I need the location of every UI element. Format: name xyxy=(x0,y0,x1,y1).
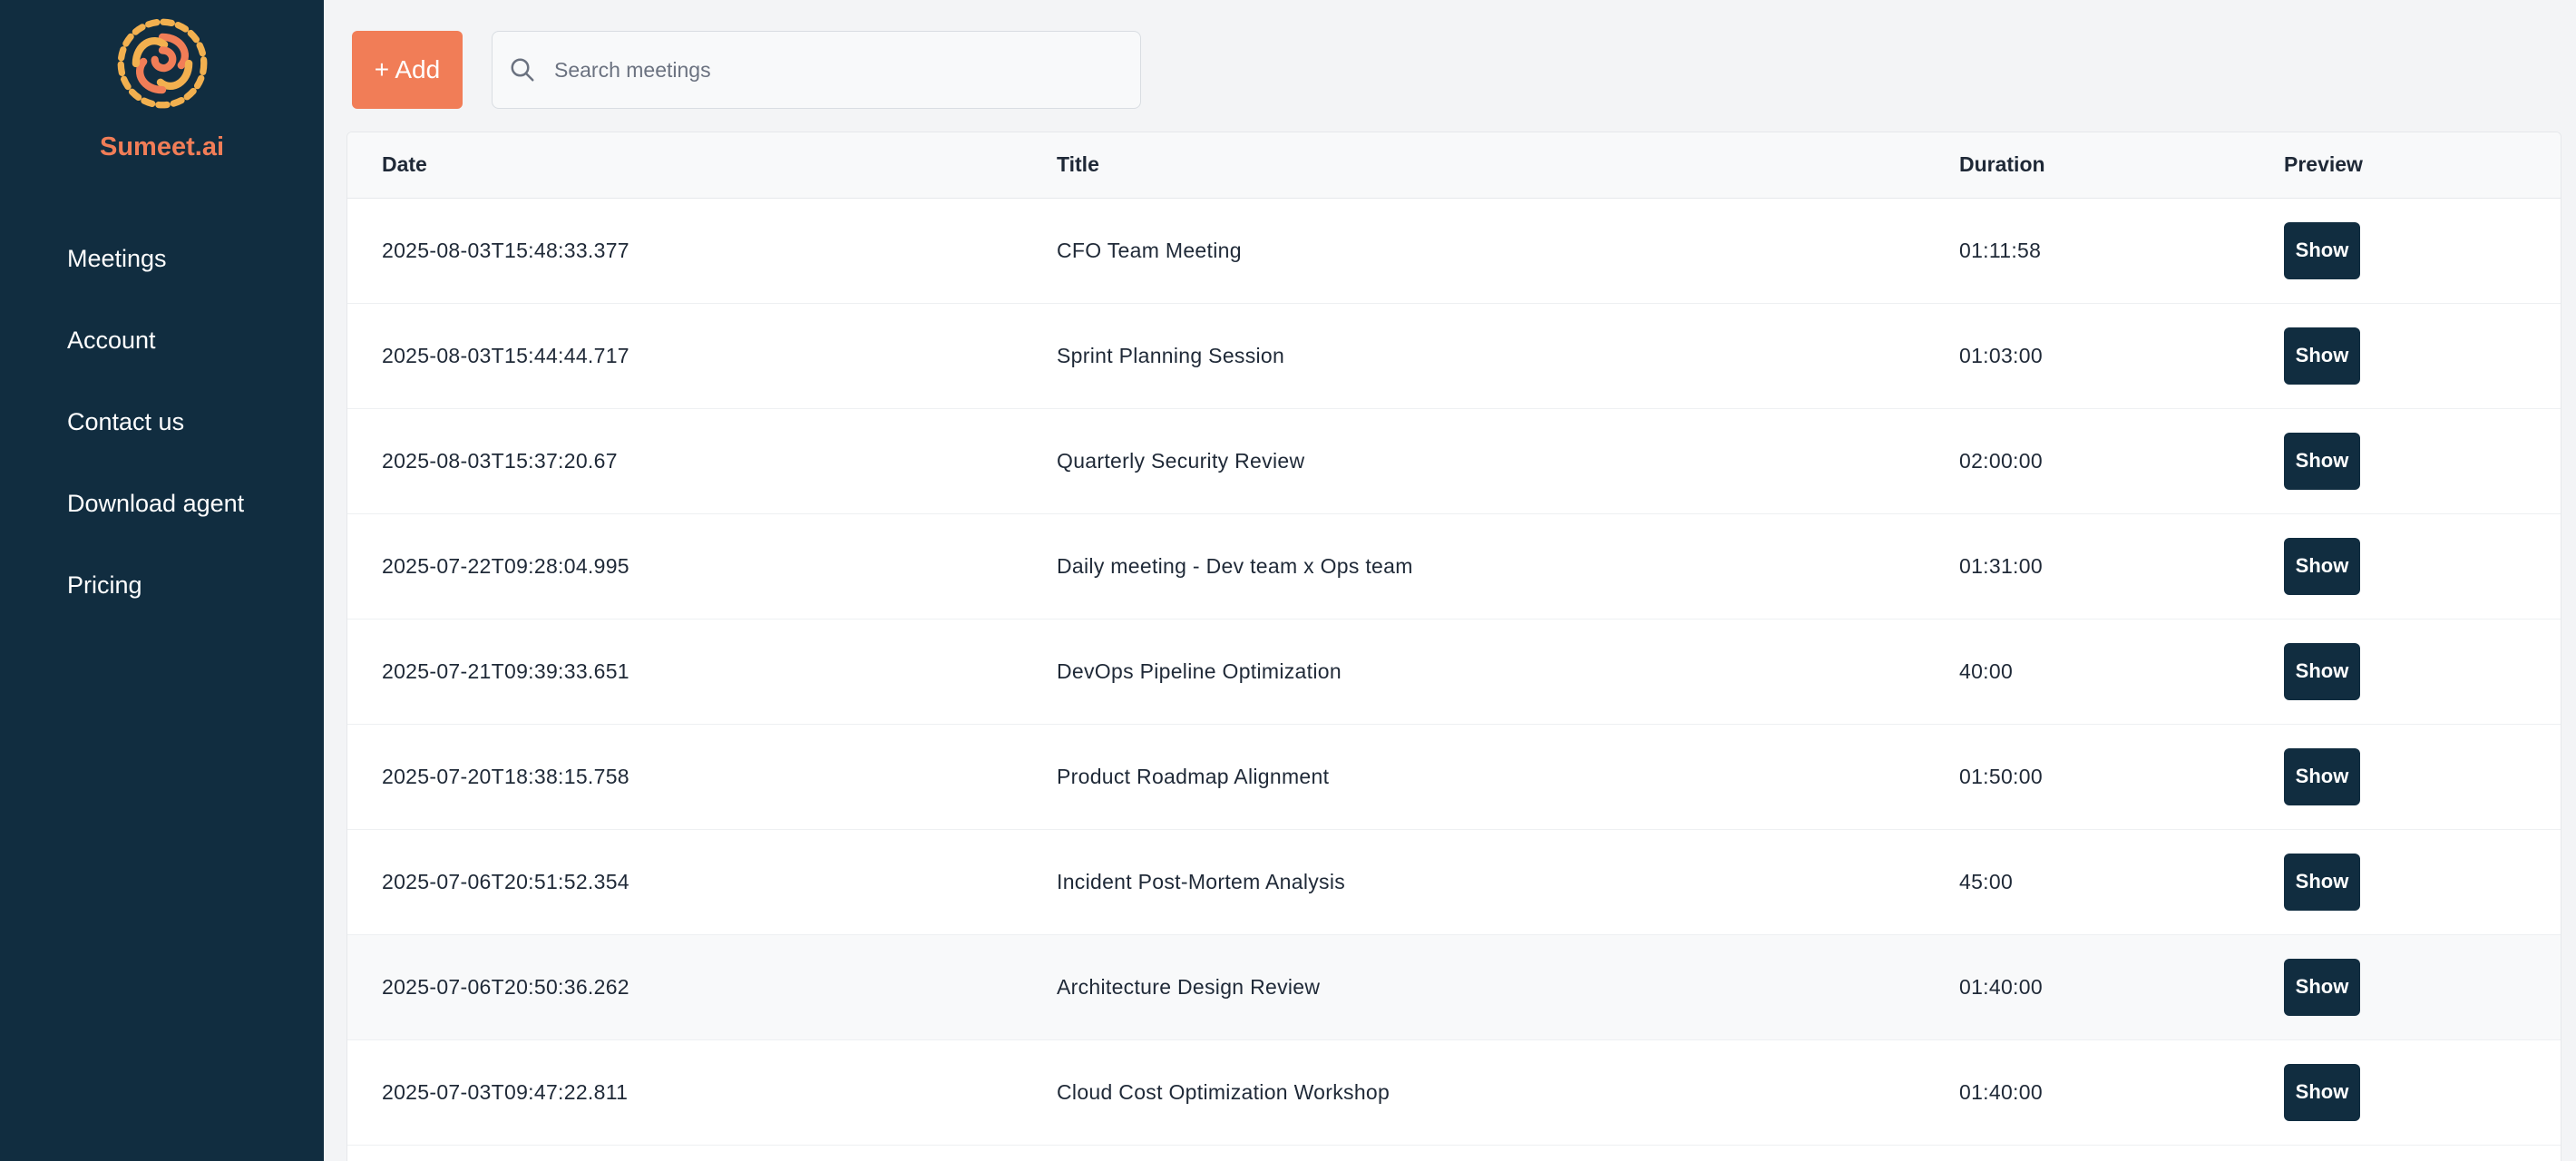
cell-date: 2025-07-06T20:50:36.262 xyxy=(382,974,629,999)
show-preview-button[interactable]: Show xyxy=(2284,327,2360,385)
cell-preview: Show xyxy=(2284,619,2561,724)
cell-title: CFO Team Meeting xyxy=(1057,238,1242,262)
show-preview-button[interactable]: Show xyxy=(2284,432,2360,490)
table-row[interactable]: 2025-08-03T15:37:20.67 Quarterly Security… xyxy=(347,408,2561,513)
cell-duration: 45:00 xyxy=(1959,869,2014,893)
table-header-row: Date Title Duration Preview xyxy=(347,132,2561,199)
show-preview-button[interactable]: Show xyxy=(2284,537,2360,595)
cell-title: DevOps Pipeline Optimization xyxy=(1057,659,1342,683)
sidebar: Sumeet.ai Meetings Account Contact us Do… xyxy=(0,0,324,1161)
cell-title: Quarterly Security Review xyxy=(1057,448,1305,473)
cell-title: Sprint Planning Session xyxy=(1057,343,1285,367)
show-preview-button[interactable]: Show xyxy=(2284,1063,2360,1121)
cell-title: Architecture Design Review xyxy=(1057,974,1321,999)
cell-preview: Show xyxy=(2284,408,2561,513)
table-row[interactable]: 2025-08-03T15:48:33.377 CFO Team Meeting 0… xyxy=(347,198,2561,303)
table-row[interactable]: 2025-07-06T20:50:36.262 Architecture Desi… xyxy=(347,934,2561,1039)
cell-title: Cloud Cost Optimization Workshop xyxy=(1057,1079,1390,1104)
cell-date: 2025-07-20T18:38:15.758 xyxy=(382,764,629,788)
show-preview-button[interactable]: Show xyxy=(2284,747,2360,805)
cell-duration: 40:00 xyxy=(1959,659,2014,683)
meetings-table: Date Title Duration Preview 2025-08-03T1… xyxy=(346,132,2561,1161)
cell-duration: 01:40:00 xyxy=(1959,1079,2043,1104)
brand-logo[interactable]: Sumeet.ai xyxy=(0,16,324,162)
table-row[interactable]: 2025-08-03T15:44:44.717 Sprint Planning S… xyxy=(347,303,2561,408)
cell-preview: Show xyxy=(2284,303,2561,408)
cell-date: 2025-07-03T09:47:22.811 xyxy=(382,1079,629,1104)
cell-date: 2025-07-21T09:39:33.651 xyxy=(382,659,629,683)
cell-duration: 01:40:00 xyxy=(1959,974,2043,999)
table-body: 2025-08-03T15:48:33.377 CFO Team Meeting 0… xyxy=(347,198,2561,1145)
show-preview-button[interactable]: Show xyxy=(2284,958,2360,1016)
brand-name: Sumeet.ai xyxy=(100,132,224,161)
search-input[interactable] xyxy=(552,56,1140,83)
cell-title: Daily meeting - Dev team x Ops team xyxy=(1057,553,1413,578)
cell-title: Incident Post-Mortem Analysis xyxy=(1057,869,1346,893)
search-icon xyxy=(511,58,534,82)
sidebar-item-account[interactable]: Account xyxy=(67,319,244,401)
cell-duration: 01:03:00 xyxy=(1959,343,2043,367)
show-preview-button[interactable]: Show xyxy=(2284,221,2360,279)
table-row[interactable]: 2025-07-06T20:51:52.354 Incident Post-Mor… xyxy=(347,829,2561,934)
cell-duration: 01:11:58 xyxy=(1959,238,2042,262)
cell-date: 2025-08-03T15:48:33.377 xyxy=(382,238,629,262)
table-row[interactable]: 2025-07-03T09:47:22.811 Cloud Cost Optimi… xyxy=(347,1039,2561,1145)
cell-date: 2025-07-06T20:51:52.354 xyxy=(382,869,629,893)
show-preview-button[interactable]: Show xyxy=(2284,642,2360,700)
cell-preview: Show xyxy=(2284,724,2561,829)
header-preview: Preview xyxy=(2284,132,2561,199)
header-date[interactable]: Date xyxy=(347,132,1057,199)
search-box[interactable] xyxy=(492,31,1141,109)
cell-preview: Show xyxy=(2284,1039,2561,1145)
cell-preview: Show xyxy=(2284,198,2561,303)
cell-duration: 01:50:00 xyxy=(1959,764,2043,788)
header-title[interactable]: Title xyxy=(1057,132,1959,199)
cell-preview: Show xyxy=(2284,829,2561,934)
sidebar-item-download-agent[interactable]: Download agent xyxy=(67,483,244,564)
cell-duration: 02:00:00 xyxy=(1959,448,2043,473)
table-row[interactable]: 2025-07-21T09:39:33.651 DevOps Pipeline O… xyxy=(347,619,2561,724)
cell-date: 2025-07-22T09:28:04.995 xyxy=(382,553,629,578)
add-meeting-button[interactable]: + Add xyxy=(352,31,463,109)
cell-date: 2025-08-03T15:37:20.67 xyxy=(382,448,618,473)
table-row[interactable]: 2025-07-22T09:28:04.995 Daily meeting - D… xyxy=(347,513,2561,619)
cell-title: Product Roadmap Alignment xyxy=(1057,764,1330,788)
sidebar-nav: Meetings Account Contact us Download age… xyxy=(67,238,244,646)
cell-preview: Show xyxy=(2284,513,2561,619)
cell-preview: Show xyxy=(2284,934,2561,1039)
table-row[interactable]: 2025-07-20T18:38:15.758 Product Roadmap A… xyxy=(347,724,2561,829)
cell-duration: 01:31:00 xyxy=(1959,553,2043,578)
show-preview-button[interactable]: Show xyxy=(2284,853,2360,911)
swirl-logo-icon xyxy=(117,18,207,109)
sidebar-item-contact-us[interactable]: Contact us xyxy=(67,401,244,483)
cell-date: 2025-08-03T15:44:44.717 xyxy=(382,343,629,367)
sidebar-item-pricing[interactable]: Pricing xyxy=(67,564,244,646)
sidebar-item-meetings[interactable]: Meetings xyxy=(67,238,244,319)
main-content: + Add Date Title Duration Preview 2025-0… xyxy=(324,0,2576,1161)
header-duration[interactable]: Duration xyxy=(1959,132,2284,199)
